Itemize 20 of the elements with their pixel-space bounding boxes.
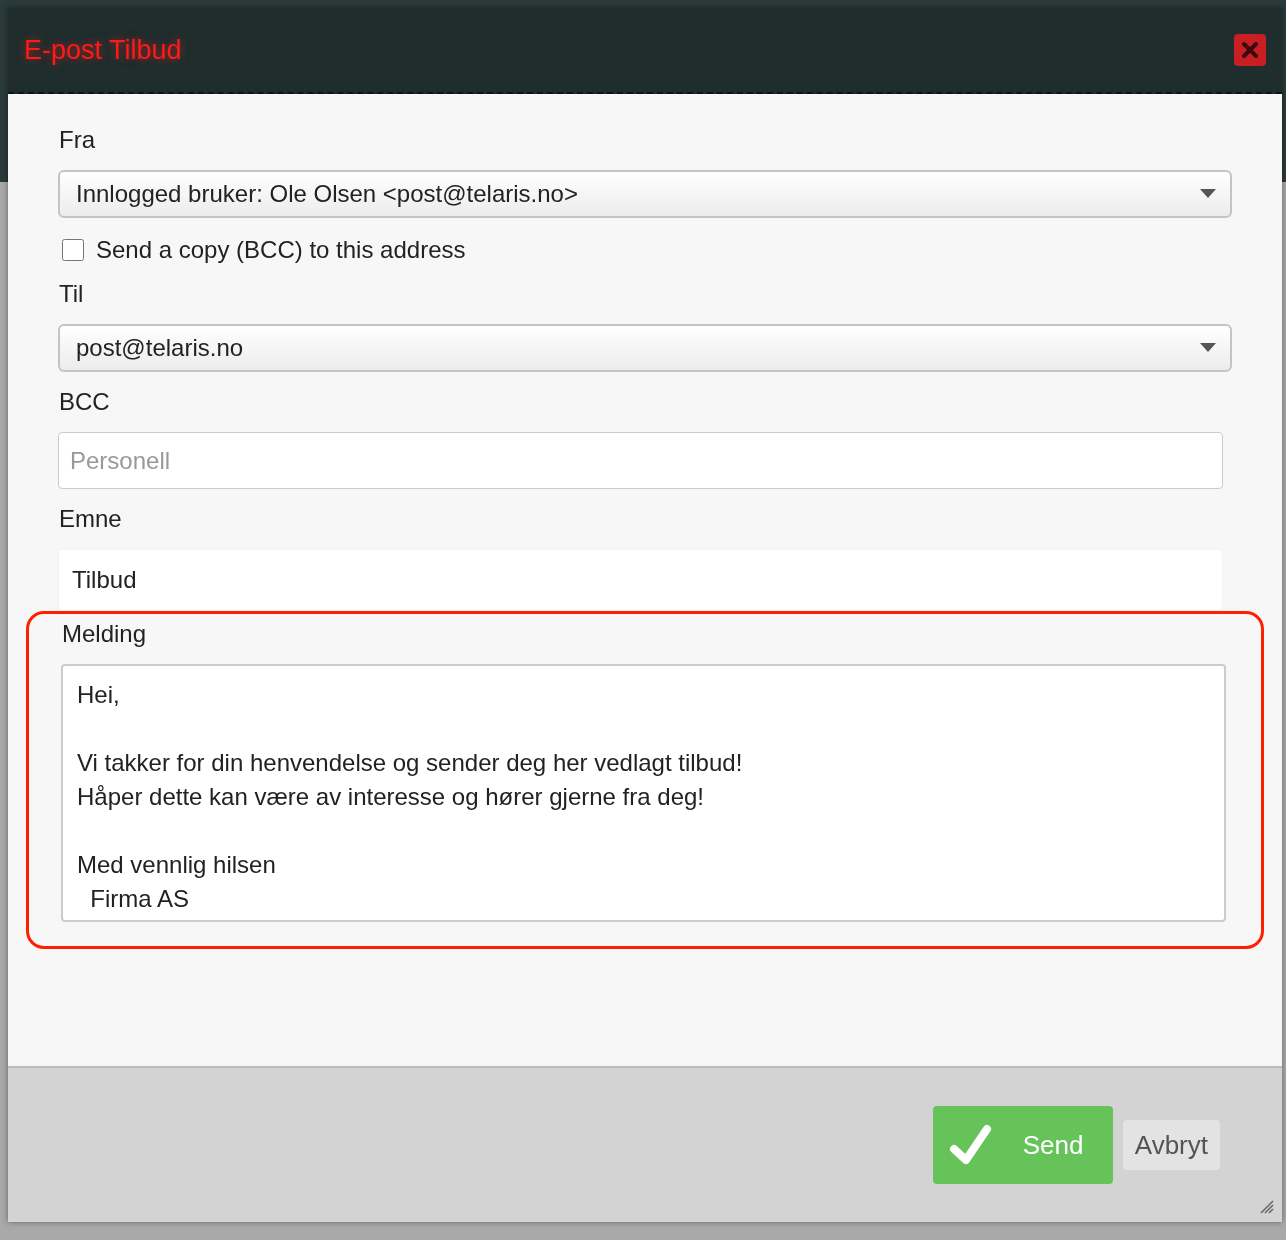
field-label: Til [59,280,85,308]
close-icon [1239,39,1261,61]
field-label: BCC [59,388,111,416]
caret-icon [1200,189,1216,199]
cancel-button[interactable]: Avbryt [1122,1120,1220,1170]
close-button[interactable] [1234,34,1266,66]
message-field[interactable]: Hei, Vi takker for din henvendelse og sender deg her vedlagt tilbud! Håper dette kan være av interesse og hører gjerne fra deg! Med vennlig hilsen Firma AS [61,664,1226,922]
checkbox-label: Send a copy (BCC) to this address [96,236,466,264]
recipient-dropdown[interactable]: post@telaris.no [58,324,1232,372]
checkbox[interactable] [62,239,84,261]
field-label: Melding [62,620,148,648]
dialog-title: E-post Tilbud [24,34,182,66]
bcc-input-field[interactable]: Personell [58,432,1223,489]
resize-grip-icon [1260,1200,1274,1214]
caret-icon [1200,343,1216,353]
sender-dropdown[interactable]: Innlogged bruker: Ole Olsen <post@telaris.no> [58,170,1232,218]
field-label: Emne [59,505,123,533]
subject-input-field[interactable]: Tilbud [58,549,1223,611]
checkmark-icon [948,1123,993,1167]
field-label: Fra [59,126,96,154]
